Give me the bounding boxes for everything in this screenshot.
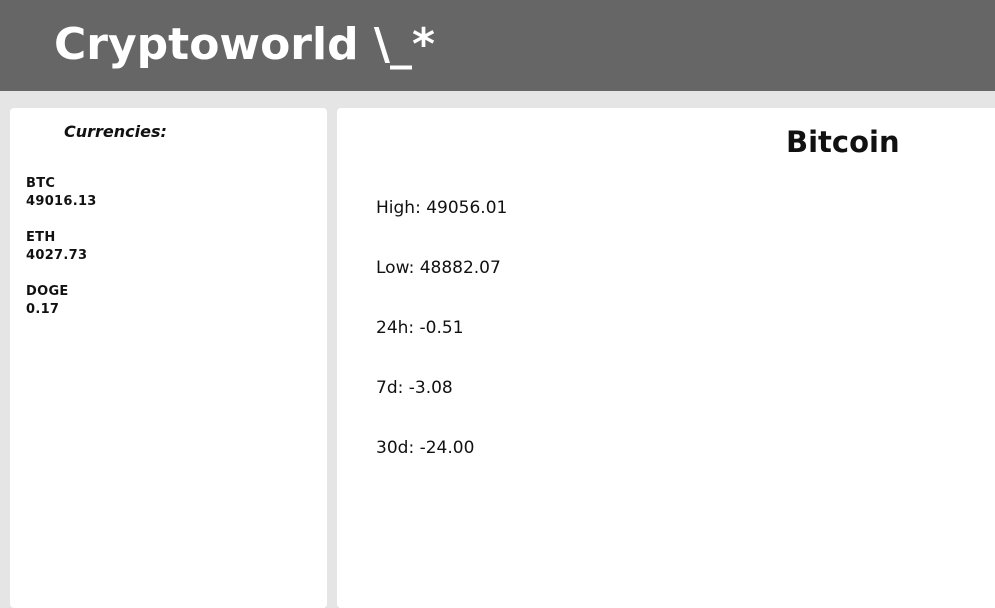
stat-30d: 30d: -24.00 bbox=[376, 438, 475, 458]
currency-price: 4027.73 bbox=[26, 248, 88, 263]
currency-item-doge[interactable]: DOGE 0.17 bbox=[26, 283, 97, 319]
stat-label: 24h bbox=[376, 318, 409, 338]
stat-value: 48882.07 bbox=[419, 258, 501, 278]
coin-stats: High: 49056.01 Low: 48882.07 24h: -0.51 … bbox=[376, 196, 507, 496]
currencies-sidebar: Currencies: BTC 49016.13 ETH 4027.73 DOG… bbox=[10, 108, 327, 608]
stat-label: High bbox=[376, 198, 416, 218]
site-title: Cryptoworld \_* bbox=[54, 19, 435, 70]
currency-price: 49016.13 bbox=[26, 194, 97, 209]
currency-item-btc[interactable]: BTC 49016.13 bbox=[26, 175, 97, 211]
stat-value: 49056.01 bbox=[426, 198, 508, 218]
currency-symbol: ETH bbox=[26, 230, 56, 245]
currency-symbol: BTC bbox=[26, 176, 56, 191]
currency-price: 0.17 bbox=[26, 302, 60, 317]
stat-label: 30d bbox=[376, 438, 409, 458]
coin-title: Bitcoin bbox=[786, 125, 900, 159]
stat-low: Low: 48882.07 bbox=[376, 258, 501, 278]
coin-detail-panel: Bitcoin High: 49056.01 Low: 48882.07 24h… bbox=[337, 108, 995, 608]
sidebar-heading: Currencies: bbox=[64, 122, 167, 141]
stat-value: -0.51 bbox=[419, 318, 464, 338]
stat-label: 7d bbox=[376, 378, 398, 398]
currency-symbol: DOGE bbox=[26, 284, 69, 299]
currency-list: BTC 49016.13 ETH 4027.73 DOGE 0.17 bbox=[26, 175, 97, 337]
site-header: Cryptoworld \_* bbox=[0, 0, 995, 91]
currency-item-eth[interactable]: ETH 4027.73 bbox=[26, 229, 97, 265]
stat-7d: 7d: -3.08 bbox=[376, 378, 453, 398]
stat-high: High: 49056.01 bbox=[376, 198, 508, 218]
stat-24h: 24h: -0.51 bbox=[376, 318, 464, 338]
stat-label: Low bbox=[376, 258, 409, 278]
stat-value: -24.00 bbox=[419, 438, 475, 458]
stat-value: -3.08 bbox=[408, 378, 453, 398]
